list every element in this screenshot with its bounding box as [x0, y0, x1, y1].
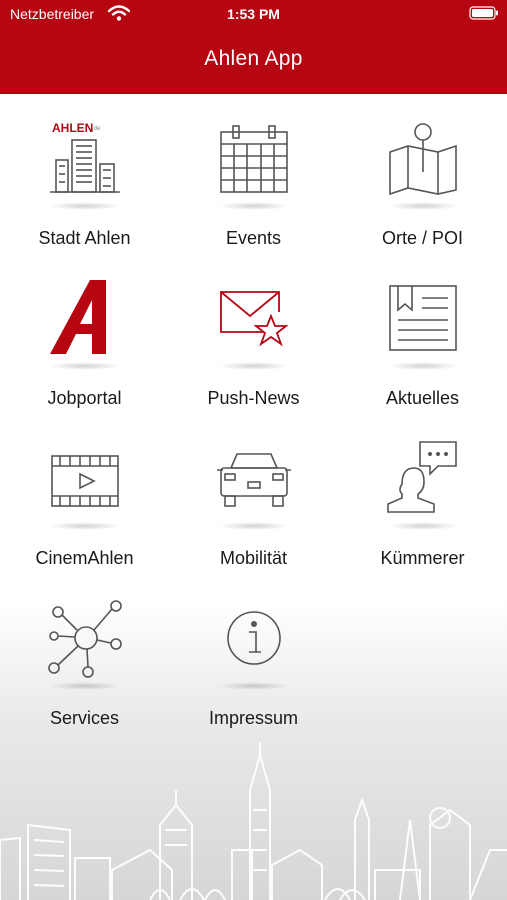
city-buildings-icon: AHLEN .de	[46, 118, 124, 200]
tile-cinemahlen[interactable]: CinemAhlen	[0, 414, 169, 574]
icon-shadow	[218, 682, 290, 690]
tile-label: Orte / POI	[381, 228, 464, 248]
tile-push-news[interactable]: Push-News	[169, 254, 338, 414]
network-hub-icon	[46, 598, 124, 680]
tile-orte-poi[interactable]: Orte / POI	[338, 94, 507, 254]
ahlen-logo-suffix: .de	[92, 126, 101, 132]
icon-shadow	[387, 362, 459, 370]
icon-shadow	[218, 522, 290, 530]
car-icon	[215, 438, 293, 520]
mail-star-icon	[215, 278, 293, 360]
main-content: AHLEN .de Stadt Ahlen Events Orte / POI …	[0, 94, 507, 900]
tile-label: Mobilität	[219, 548, 288, 568]
tile-label: Impressum	[208, 708, 298, 728]
status-time: 1:53 PM	[227, 6, 280, 22]
battery-icon	[469, 6, 498, 20]
tile-label: Stadt Ahlen	[38, 228, 131, 248]
tile-stadt-ahlen[interactable]: AHLEN .de Stadt Ahlen	[0, 94, 169, 254]
icon-shadow	[218, 362, 290, 370]
tile-services[interactable]: Services	[0, 574, 169, 734]
page-title: Ahlen App	[204, 47, 303, 70]
tile-label: Aktuelles	[385, 388, 460, 408]
ahlen-logo-text: AHLEN	[52, 121, 93, 135]
icon-shadow	[49, 362, 121, 370]
tile-label: CinemAhlen	[35, 548, 134, 568]
tile-kuemmerer[interactable]: Kümmerer	[338, 414, 507, 574]
icon-shadow	[218, 202, 290, 210]
tile-label: Jobportal	[47, 388, 122, 408]
status-bar: Netzbetreiber 1:53 PM	[0, 0, 507, 28]
tile-aktuelles[interactable]: Aktuelles	[338, 254, 507, 414]
tile-label: Kümmerer	[380, 548, 465, 568]
app-header: Netzbetreiber 1:53 PM Ahlen App	[0, 0, 507, 94]
newspaper-icon	[384, 278, 462, 360]
icon-shadow	[49, 522, 121, 530]
tile-label: Services	[49, 708, 120, 728]
film-play-icon	[46, 438, 124, 520]
calendar-icon	[215, 118, 293, 200]
icon-shadow	[49, 682, 121, 690]
person-speech-icon	[384, 438, 462, 520]
tile-impressum[interactable]: Impressum	[169, 574, 338, 734]
info-icon	[215, 598, 293, 680]
icon-shadow	[387, 202, 459, 210]
tile-events[interactable]: Events	[169, 94, 338, 254]
jobportal-a-logo-icon	[46, 278, 124, 360]
icon-shadow	[387, 522, 459, 530]
tile-label: Events	[225, 228, 282, 248]
icon-shadow	[49, 202, 121, 210]
map-pin-icon	[384, 118, 462, 200]
tile-label: Push-News	[207, 388, 300, 408]
tile-jobportal[interactable]: Jobportal	[0, 254, 169, 414]
city-skyline-illustration	[0, 742, 507, 900]
tile-mobilitaet[interactable]: Mobilität	[169, 414, 338, 574]
